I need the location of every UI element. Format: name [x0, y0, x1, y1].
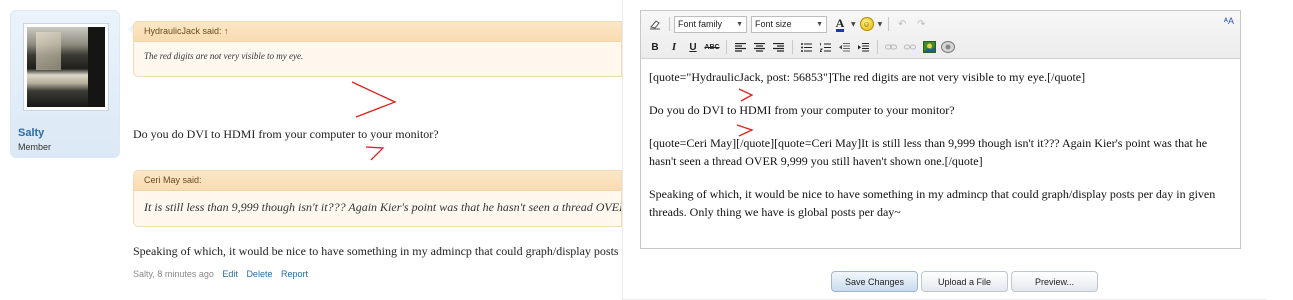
avatar-image [27, 27, 105, 107]
align-right-icon[interactable] [769, 38, 787, 56]
align-center-icon[interactable] [750, 38, 768, 56]
font-size-select[interactable]: Font size ▼ [751, 15, 827, 33]
redo-icon[interactable]: ↷ [912, 15, 930, 33]
chevron-down-icon: ▼ [816, 20, 823, 28]
save-changes-button[interactable]: Save Changes [831, 271, 918, 292]
font-family-select[interactable]: Font family ▼ [674, 15, 747, 33]
editor-paragraph: Speaking of which, it would be nice to h… [649, 187, 1216, 219]
toolbar-row-2: B I U ABC [646, 37, 958, 57]
editor-buttons: Save Changes Upload a File Preview... [831, 271, 1101, 292]
insert-image-icon[interactable] [920, 38, 938, 56]
chevron-down-icon: ▼ [736, 20, 743, 28]
toggle-editor-size-icon[interactable]: ᴬA [1224, 16, 1234, 26]
indent-icon[interactable] [854, 38, 872, 56]
quote-block: HydraulicJack said: ↑ The red digits are… [133, 21, 622, 77]
avatar[interactable] [23, 23, 109, 111]
font-color-button[interactable]: A [831, 15, 849, 33]
editor-content[interactable]: [quote="HydraulicJack, post: 56853"]The … [649, 68, 1234, 221]
align-left-icon[interactable] [731, 38, 749, 56]
smiley-icon: ☺ [859, 17, 874, 31]
post-author-time[interactable]: Salty, 8 minutes ago [133, 269, 214, 279]
link-icon[interactable] [882, 38, 900, 56]
bold-icon[interactable]: B [646, 38, 664, 56]
strikethrough-icon[interactable]: ABC [703, 38, 721, 56]
username-link[interactable]: Salty [18, 127, 44, 139]
smilies-dropdown-icon[interactable]: ▼ [878, 21, 883, 28]
remove-format-icon[interactable] [646, 15, 664, 33]
upload-file-button[interactable]: Upload a File [921, 271, 1008, 292]
bullet-list-icon[interactable] [797, 38, 815, 56]
editor-paragraph: [quote=Ceri May][/quote][quote=Ceri May]… [649, 136, 1208, 168]
toolbar-separator [877, 40, 878, 54]
user-card: Salty Member [10, 10, 120, 158]
font-color-dropdown-icon[interactable]: ▼ [851, 21, 856, 28]
toolbar-row-1: Font family ▼ Font size ▼ A ▼ ☺ ▼ ↶ ↷ [646, 14, 931, 34]
message-body: HydraulicJack said: ↑ The red digits are… [128, 10, 954, 288]
edit-link[interactable]: Edit [222, 269, 238, 279]
user-title: Member [18, 142, 52, 152]
numbered-list-icon[interactable] [816, 38, 834, 56]
post-text: Do you do DVI to HDMI from your computer… [133, 127, 439, 141]
rich-text-editor: Font family ▼ Font size ▼ A ▼ ☺ ▼ ↶ ↷ ᴬA… [640, 10, 1241, 249]
unlink-icon[interactable] [901, 38, 919, 56]
forum-post: Salty Member HydraulicJack said: ↑ The r… [10, 10, 954, 288]
font-family-label: Font family [678, 19, 723, 29]
underline-icon[interactable]: U [684, 38, 702, 56]
toolbar-separator [792, 40, 793, 54]
insert-media-icon[interactable] [939, 38, 957, 56]
quote-attribution-link[interactable]: HydraulicJack said: ↑ [134, 22, 621, 42]
toolbar-separator [888, 17, 890, 31]
quote-block: Ceri May said: It is still less than 9,9… [133, 170, 622, 227]
toolbar-separator [669, 17, 670, 31]
italic-icon[interactable]: I [665, 38, 683, 56]
font-size-label: Font size [755, 19, 792, 29]
smilies-button[interactable]: ☺ [858, 15, 876, 33]
quote-text: It is still less than 9,999 though isn't… [144, 200, 621, 214]
outdent-icon[interactable] [835, 38, 853, 56]
toolbar-separator [726, 40, 727, 54]
delete-link[interactable]: Delete [246, 269, 272, 279]
editor-toolbar: Font family ▼ Font size ▼ A ▼ ☺ ▼ ↶ ↷ ᴬA… [641, 11, 1240, 59]
report-link[interactable]: Report [281, 269, 308, 279]
font-color-icon: A [835, 15, 845, 32]
quote-text: The red digits are not very visible to m… [144, 51, 304, 61]
undo-icon[interactable]: ↶ [893, 15, 911, 33]
post-meta: Salty, 8 minutes ago Edit Delete Report [133, 269, 308, 279]
quote-attribution: Ceri May said: [134, 171, 621, 191]
editor-paragraph: Do you do DVI to HDMI from your computer… [649, 103, 955, 117]
editor-paragraph: [quote="HydraulicJack, post: 56853"]The … [649, 70, 1086, 84]
preview-button[interactable]: Preview... [1011, 271, 1098, 292]
edit-panel: Font family ▼ Font size ▼ A ▼ ☺ ▼ ↶ ↷ ᴬA… [622, 0, 1267, 300]
